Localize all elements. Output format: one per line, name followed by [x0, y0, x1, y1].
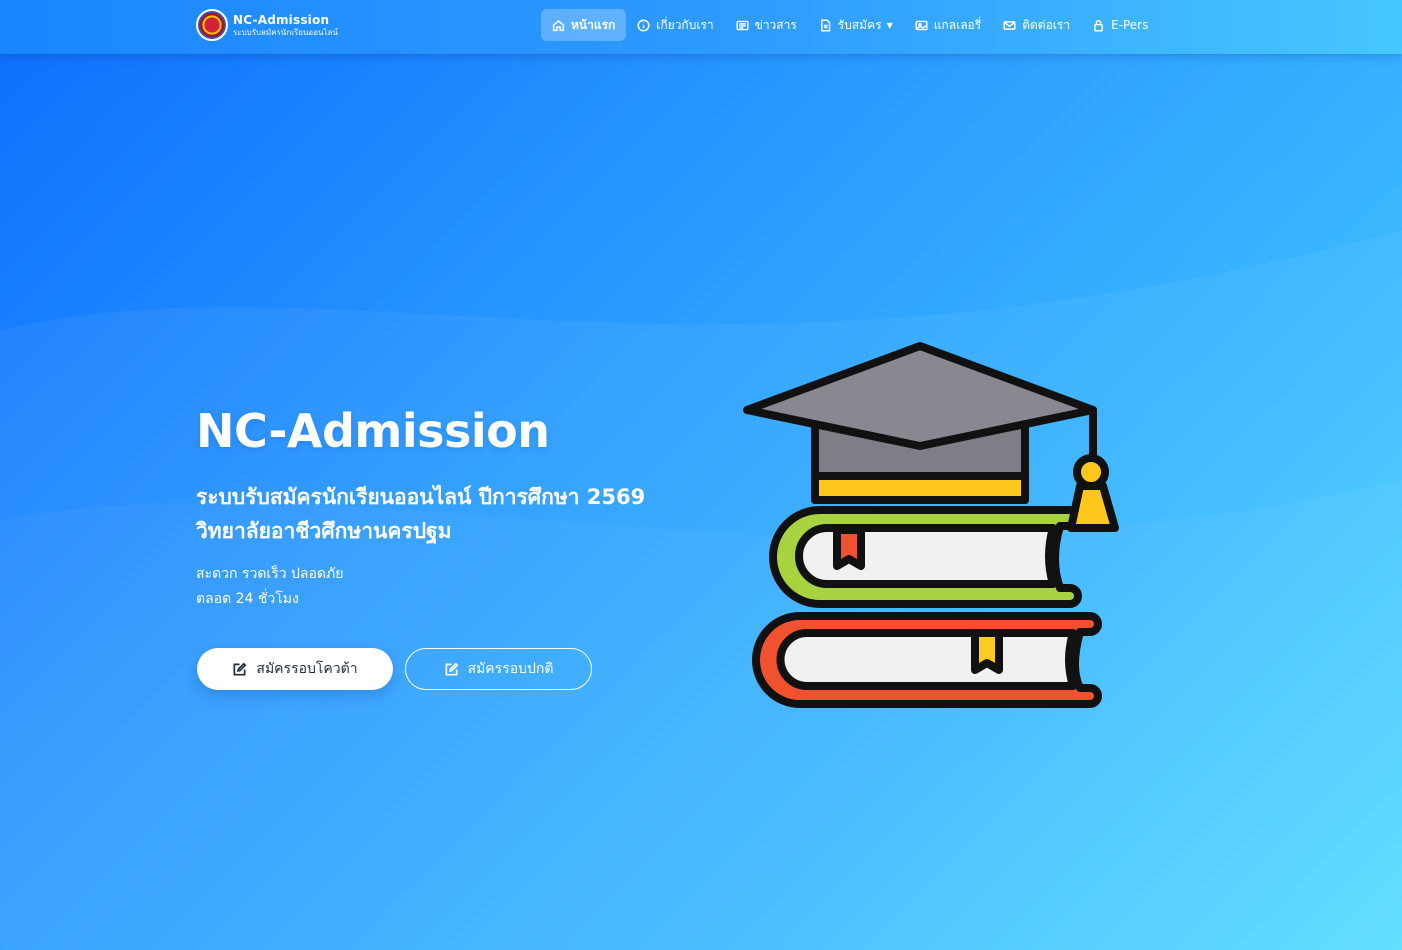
- newspaper-icon: [736, 20, 749, 30]
- nav-label-epers: E-Pers: [1111, 18, 1149, 32]
- apply-quota-button[interactable]: สมัครรอบโควต้า: [197, 648, 393, 690]
- mail-icon: [1003, 20, 1016, 30]
- hero-desc-line1: สะดวก รวดเร็ว ปลอดภัย: [196, 566, 344, 582]
- nav-item-apply[interactable]: รับสมัคร ▼: [808, 9, 904, 41]
- nav-item-news[interactable]: ข่าวสาร: [725, 9, 808, 41]
- nav-label-home: หน้าแรก: [571, 17, 616, 32]
- document-icon: [820, 18, 831, 32]
- image-icon: [915, 20, 928, 30]
- nav-item-epers[interactable]: E-Pers: [1081, 9, 1159, 41]
- nav-label-contact: ติดต่อเรา: [1022, 17, 1071, 32]
- apply-normal-label: สมัครรอบปกติ: [467, 661, 554, 677]
- nav-label-news: ข่าวสาร: [754, 17, 797, 32]
- edit-icon: [233, 662, 247, 675]
- background-wave: [0, 230, 1402, 950]
- hero-desc-line2: ตลอด 24 ชั่วโมง: [196, 591, 299, 607]
- chevron-down-icon: ▼: [886, 20, 893, 30]
- hero-subtitle: ระบบรับสมัครนักเรียนออนไลน์ ปีการศึกษา 2…: [196, 480, 676, 548]
- nav-item-home[interactable]: หน้าแรก: [541, 9, 627, 41]
- brand-subtitle: ระบบรับสมัครนักเรียนออนไลน์: [233, 27, 338, 37]
- lock-icon: [1094, 19, 1103, 32]
- graduation-cap-books-icon: [743, 342, 1119, 708]
- brand[interactable]: NC-Admission ระบบรับสมัครนักเรียนออนไลน์: [196, 9, 338, 41]
- nav-item-contact[interactable]: ติดต่อเรา: [992, 9, 1081, 41]
- hero-subtitle-line2: วิทยาลัยอาชีวศึกษานครปฐม: [196, 519, 452, 543]
- brand-title: NC-Admission: [233, 12, 330, 27]
- main-nav: หน้าแรก เกี่ยวกับเรา ข่าวสาร รับสมัคร ▼ …: [541, 9, 1159, 41]
- nav-label-gallery: แกลเลอรี่: [933, 17, 982, 32]
- home-icon: [552, 19, 565, 31]
- hero-subtitle-line1: ระบบรับสมัครนักเรียนออนไลน์ ปีการศึกษา 2…: [196, 485, 646, 509]
- hero-title: NC-Admission: [196, 404, 550, 458]
- info-icon: [637, 18, 650, 32]
- nav-label-about: เกี่ยวกับเรา: [656, 17, 714, 32]
- nav-label-apply: รับสมัคร: [837, 17, 882, 32]
- edit-icon: [445, 662, 458, 675]
- apply-normal-button[interactable]: สมัครรอบปกติ: [405, 648, 592, 690]
- navbar: NC-Admission ระบบรับสมัครนักเรียนออนไลน์…: [0, 0, 1402, 54]
- nav-item-gallery[interactable]: แกลเลอรี่: [904, 9, 992, 41]
- college-logo: [196, 9, 228, 41]
- nav-item-about[interactable]: เกี่ยวกับเรา: [626, 9, 724, 41]
- apply-quota-label: สมัครรอบโควต้า: [256, 661, 358, 677]
- hero-description: สะดวก รวดเร็ว ปลอดภัย ตลอด 24 ชั่วโมง: [196, 562, 496, 612]
